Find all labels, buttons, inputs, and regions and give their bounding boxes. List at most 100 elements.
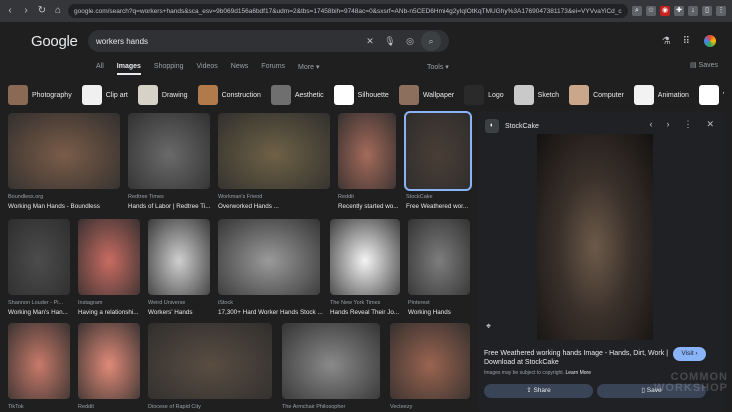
filter-chip[interactable]: Construction	[197, 84, 261, 106]
result-image[interactable]	[128, 113, 210, 189]
lens-search-icon[interactable]: ⌖	[486, 321, 491, 332]
result-title[interactable]: Working Man's Han...	[8, 309, 74, 316]
zoom-icon[interactable]: ⌕	[632, 6, 642, 16]
result-source[interactable]: Shannon Louder - Pi...	[8, 300, 74, 306]
result-title[interactable]: Working Hands	[408, 309, 474, 316]
panel-source[interactable]: ◐ StockCake	[485, 119, 539, 133]
tab-images[interactable]: Images	[116, 63, 141, 75]
result-image[interactable]	[218, 113, 330, 189]
filter-chip[interactable]: Sketch	[513, 84, 559, 106]
visit-button[interactable]: Visit ›	[673, 347, 706, 361]
more-icon[interactable]: ⋮	[683, 119, 692, 130]
result-image[interactable]	[390, 323, 470, 399]
result-image[interactable]	[8, 323, 70, 399]
menu-icon[interactable]: ⋮	[716, 6, 726, 16]
result-image[interactable]	[338, 113, 396, 189]
result-source[interactable]: TikTok	[8, 404, 74, 410]
apps-icon[interactable]: ⠿	[683, 36, 690, 47]
result-source[interactable]: Vecteezy	[390, 404, 474, 410]
search-box[interactable]: workers hands ✕ 🎙 ◎ ⌕	[88, 30, 449, 52]
filter-chip[interactable]: Photography	[8, 84, 72, 106]
result-image[interactable]	[408, 219, 470, 295]
home-icon[interactable]: ⌂	[52, 5, 64, 17]
result-source[interactable]: Reddit	[338, 194, 400, 200]
result-source[interactable]: Redtree Times	[128, 194, 214, 200]
puzzle-icon[interactable]: ✚	[674, 6, 684, 16]
sidepanel-icon[interactable]: ▯	[702, 6, 712, 16]
clear-icon[interactable]: ✕	[363, 36, 377, 47]
result-source[interactable]: The New York Times	[330, 300, 404, 306]
result-image[interactable]	[8, 219, 70, 295]
preview-image[interactable]	[537, 134, 653, 340]
extension-icon[interactable]: ◉	[660, 6, 670, 16]
search-input[interactable]: workers hands	[96, 37, 357, 46]
result-title[interactable]: Recently started wo...	[338, 203, 400, 210]
result-image[interactable]	[282, 323, 380, 399]
tab-forums[interactable]: Forums	[261, 63, 285, 75]
result-image[interactable]	[218, 219, 320, 295]
reload-icon[interactable]: ↻	[36, 5, 48, 17]
result-title[interactable]: Hands Reveal Their Jo...	[330, 309, 404, 316]
tab-videos[interactable]: Videos	[197, 63, 218, 75]
bookmark-icon[interactable]: ☆	[646, 6, 656, 16]
back-icon[interactable]: ‹	[4, 5, 16, 17]
tab-all[interactable]: All	[96, 63, 104, 75]
result-image[interactable]	[148, 323, 272, 399]
saves-button[interactable]: ▤ Saves	[690, 61, 718, 69]
avatar[interactable]	[702, 33, 718, 49]
result-source[interactable]: Workman's Friend	[218, 194, 334, 200]
tab-more[interactable]: More ▾	[298, 63, 319, 75]
result-title[interactable]: Having a relationshi...	[78, 309, 144, 316]
result-title[interactable]: 17,300+ Hard Worker Hands Stock ...	[218, 309, 324, 316]
forward-icon[interactable]: ›	[20, 5, 32, 17]
result-source[interactable]: iStock	[218, 300, 324, 306]
chip-thumbnail	[197, 85, 218, 105]
result-source[interactable]: StockCake	[406, 194, 474, 200]
prev-icon[interactable]: ‹	[649, 119, 652, 130]
mic-icon[interactable]: 🎙	[383, 36, 397, 47]
labs-icon[interactable]: ⚗	[662, 36, 671, 47]
lens-icon[interactable]: ◎	[403, 36, 417, 47]
result-image[interactable]	[330, 219, 400, 295]
result-image[interactable]	[8, 113, 120, 189]
filter-chip[interactable]: Computer	[569, 84, 624, 106]
result-source[interactable]: Instagram	[78, 300, 144, 306]
result-source[interactable]: The Armchair Philosopher	[282, 404, 384, 410]
result-image[interactable]	[78, 323, 140, 399]
search-icon[interactable]: ⌕	[421, 31, 441, 51]
result-title[interactable]: Working Man Hands - Boundless	[8, 203, 124, 210]
learn-more-link[interactable]: Learn More	[565, 370, 591, 376]
filter-chip[interactable]: Logo	[464, 84, 504, 106]
result-image[interactable]	[78, 219, 140, 295]
tools-button[interactable]: Tools ▾	[427, 63, 449, 71]
filter-chip[interactable]: Aesthetic	[270, 84, 324, 106]
google-logo[interactable]: Google	[31, 33, 78, 50]
close-icon[interactable]: ✕	[706, 119, 714, 130]
tab-news[interactable]: News	[231, 63, 249, 75]
filter-chip[interactable]: Silhouette	[333, 84, 389, 106]
saves-icon: ▤	[689, 62, 697, 69]
next-icon[interactable]: ›	[666, 119, 669, 130]
result-image[interactable]	[404, 111, 472, 191]
share-button[interactable]: ⇪ Share	[484, 384, 593, 398]
chip-thumbnail	[8, 85, 28, 105]
result-title[interactable]: Hands of Labor | Redtree Ti...	[128, 203, 214, 210]
result-source[interactable]: Reddit	[78, 404, 144, 410]
result-source[interactable]: Boundless.org	[8, 194, 124, 200]
tab-shopping[interactable]: Shopping	[154, 63, 184, 75]
result-title[interactable]: Workers' Hands	[148, 309, 214, 316]
result-image[interactable]	[148, 219, 210, 295]
filter-chip[interactable]: Drawing	[137, 84, 188, 106]
downloads-icon[interactable]: ↓	[688, 6, 698, 16]
filter-chip[interactable]: Animation	[633, 84, 689, 106]
result-title[interactable]: Overworked Hands ...	[218, 203, 334, 210]
address-bar[interactable]: google.com/search?q=workers+hands&sca_es…	[68, 4, 628, 18]
panel-title[interactable]: Free Weathered working hands Image - Han…	[484, 349, 669, 367]
result-title[interactable]: Free Weathered wor...	[406, 203, 474, 210]
filter-chip[interactable]: Vecto	[698, 84, 724, 106]
filter-chip[interactable]: Clip art	[81, 84, 128, 106]
result-source[interactable]: Diocese of Rapid City	[148, 404, 276, 410]
result-source[interactable]: Pinterest	[408, 300, 474, 306]
filter-chip[interactable]: Wallpaper	[398, 84, 454, 106]
result-source[interactable]: Weird Universe	[148, 300, 214, 306]
